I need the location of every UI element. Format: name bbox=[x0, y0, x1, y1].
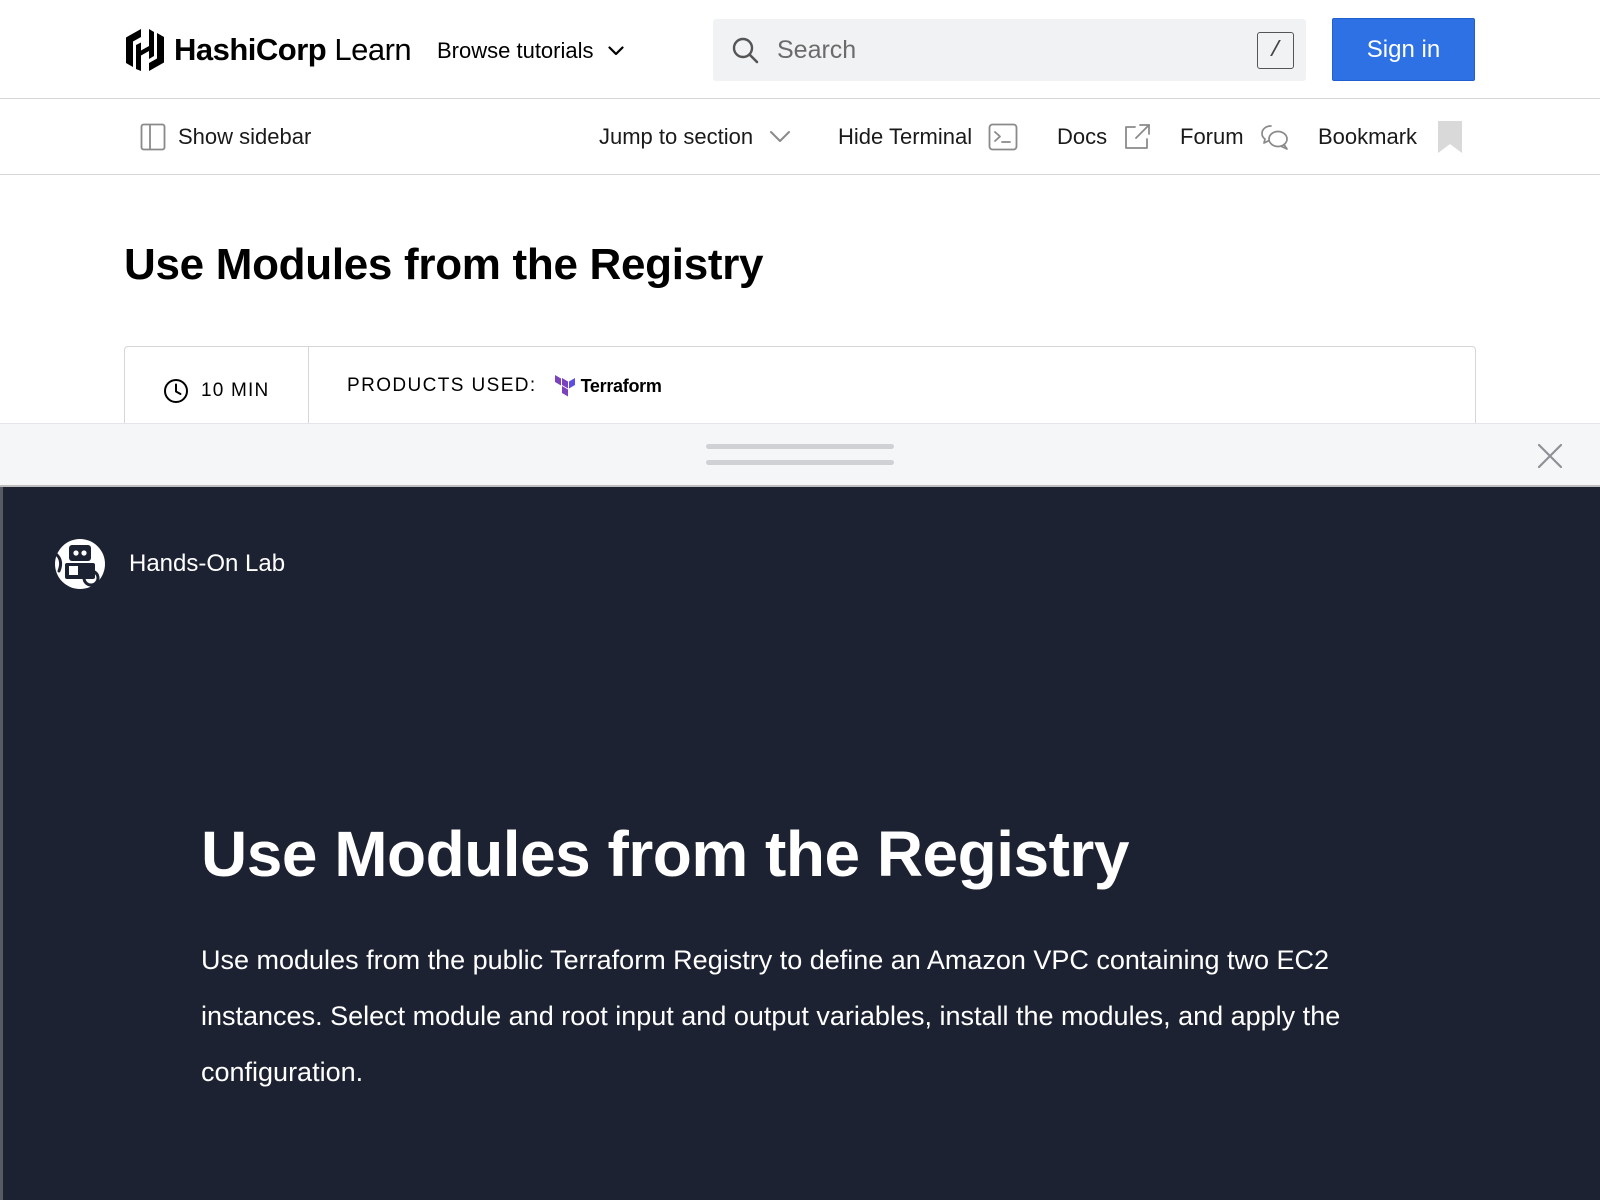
docs-label: Docs bbox=[1057, 124, 1108, 149]
lab-label: Hands-On Lab bbox=[129, 550, 286, 577]
browse-tutorials-dropdown[interactable]: Browse tutorials bbox=[437, 33, 624, 69]
external-link-icon bbox=[1125, 124, 1151, 149]
bookmark-button[interactable]: Bookmark bbox=[1318, 99, 1463, 175]
product-name: Terraform bbox=[580, 375, 662, 396]
logo-text: HashiCorp Learn bbox=[174, 32, 412, 68]
search-shortcut-key: / bbox=[1257, 32, 1294, 69]
hands-on-lab-icon bbox=[55, 539, 105, 591]
hide-terminal-button[interactable]: Hide Terminal bbox=[838, 99, 1018, 175]
hashicorp-logo-icon bbox=[126, 29, 164, 71]
terminal-drawer-bar bbox=[0, 423, 1600, 487]
bookmark-icon bbox=[1438, 121, 1463, 153]
lab-description: Use modules from the public Terraform Re… bbox=[201, 945, 1341, 1087]
jump-to-section-label: Jump to section bbox=[599, 124, 754, 149]
duration-text: 10 MIN bbox=[201, 380, 270, 401]
tutorial-toolbar: Show sidebar Jump to section Hide Termin… bbox=[0, 99, 1600, 175]
terminal-icon bbox=[988, 123, 1018, 151]
page-title: Use Modules from the Registry bbox=[124, 240, 764, 289]
browse-tutorials-label: Browse tutorials bbox=[437, 38, 594, 63]
show-sidebar-label: Show sidebar bbox=[178, 124, 312, 149]
products-used-label: PRODUCTS USED: bbox=[347, 375, 537, 396]
chevron-down-icon bbox=[607, 46, 624, 56]
products-used: PRODUCTS USED: Terraform bbox=[347, 347, 662, 425]
hide-terminal-label: Hide Terminal bbox=[838, 124, 973, 149]
clock-icon bbox=[164, 379, 188, 403]
hashicorp-learn-logo[interactable]: HashiCorp Learn bbox=[124, 27, 412, 73]
drag-handle-line bbox=[706, 460, 894, 465]
duration: 10 MIN bbox=[125, 347, 309, 435]
bookmark-label: Bookmark bbox=[1318, 124, 1418, 149]
logo-product: Learn bbox=[334, 32, 412, 67]
terraform-logo-icon bbox=[554, 375, 575, 397]
chevron-down-icon bbox=[770, 131, 791, 142]
show-sidebar-button[interactable]: Show sidebar bbox=[140, 99, 311, 175]
close-icon[interactable] bbox=[1536, 442, 1564, 470]
lab-header: Hands-On Lab bbox=[53, 537, 285, 591]
search-icon bbox=[732, 37, 759, 64]
top-navbar: HashiCorp Learn Browse tutorials / Sign … bbox=[0, 0, 1600, 99]
forum-label: Forum bbox=[1180, 124, 1244, 149]
drawer-drag-handle[interactable] bbox=[706, 444, 894, 466]
drag-handle-line bbox=[706, 444, 894, 449]
lab-title: Use Modules from the Registry bbox=[201, 818, 1129, 890]
search-box[interactable]: / bbox=[713, 19, 1306, 81]
hands-on-lab-panel: Hands-On Lab Use Modules from the Regist… bbox=[0, 487, 1600, 1200]
forum-link[interactable]: Forum bbox=[1180, 99, 1290, 175]
search-input[interactable] bbox=[777, 35, 1217, 65]
chat-bubbles-icon bbox=[1260, 125, 1288, 150]
sign-in-button[interactable]: Sign in bbox=[1332, 18, 1475, 81]
logo-brand: HashiCorp bbox=[174, 32, 327, 67]
jump-to-section-dropdown[interactable]: Jump to section bbox=[599, 99, 791, 175]
sidebar-icon bbox=[140, 123, 166, 151]
docs-link[interactable]: Docs bbox=[1057, 99, 1151, 175]
